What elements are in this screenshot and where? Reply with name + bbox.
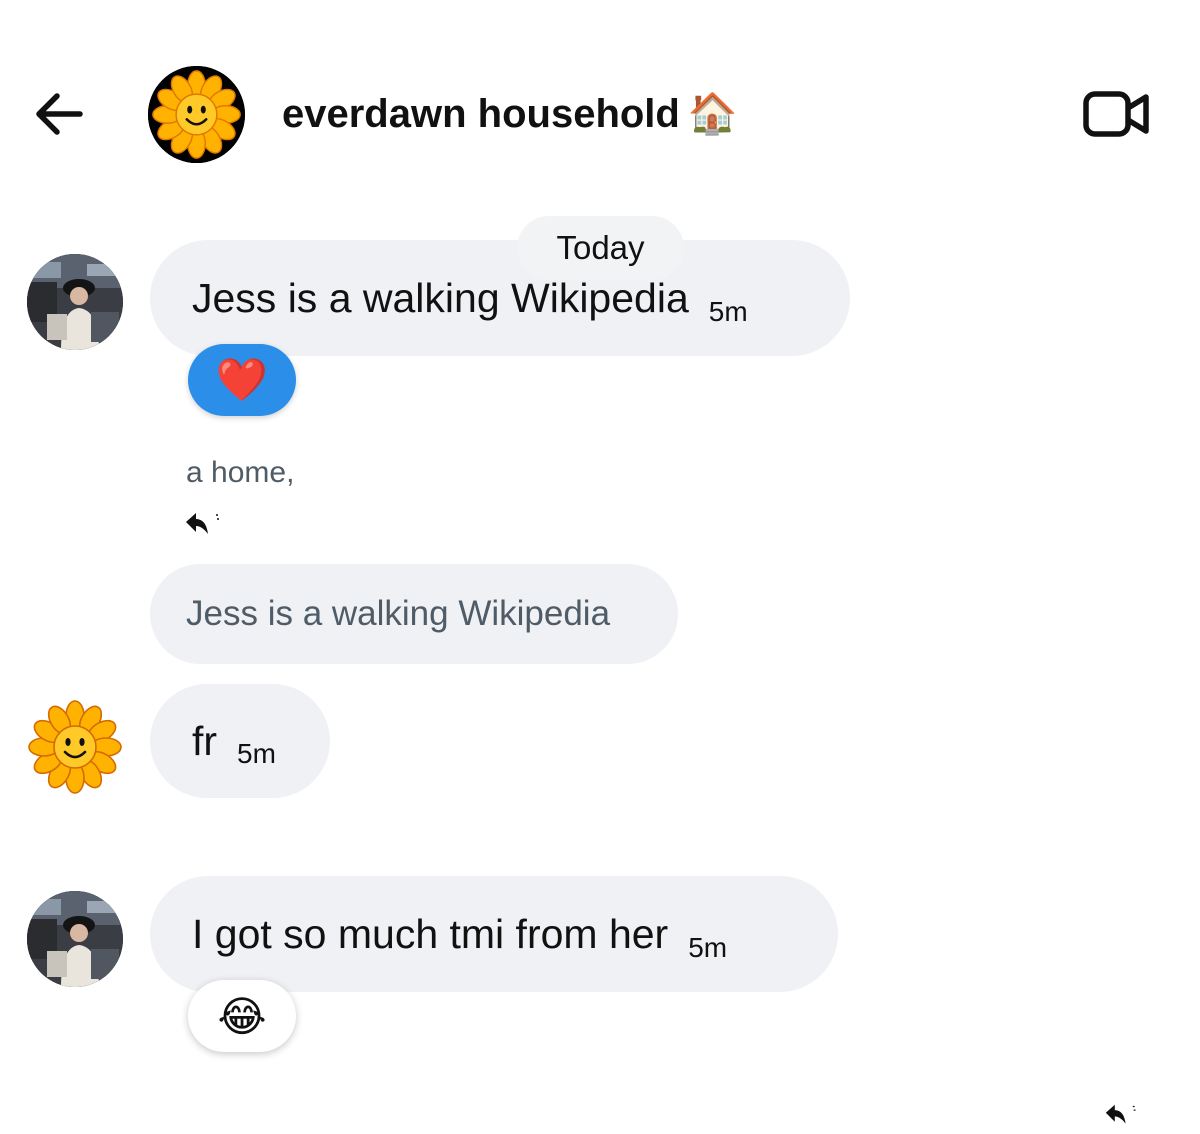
date-divider: Today: [517, 216, 684, 280]
sender-avatar[interactable]: [27, 254, 123, 350]
message-bubble[interactable]: I got so much tmi from her 5m: [150, 876, 838, 992]
video-call-button[interactable]: [1082, 86, 1152, 142]
message-text: I got so much tmi from her: [192, 910, 669, 957]
reply-icon: [184, 510, 224, 540]
laugh-reaction[interactable]: 😂: [188, 980, 296, 1052]
group-avatar[interactable]: [148, 66, 245, 163]
message-text: fr: [192, 717, 218, 764]
quoted-message[interactable]: Jess is a walking Wikipedia: [150, 564, 678, 664]
message-text: Jess is a walking Wikipedia: [192, 274, 689, 321]
heart-reaction[interactable]: ❤️: [188, 344, 296, 416]
message-bubble[interactable]: fr 5m: [150, 684, 330, 798]
video-camera-icon: [1083, 91, 1149, 137]
sender-avatar[interactable]: [27, 891, 123, 987]
smiley-flower-icon: [148, 66, 245, 163]
arrow-left-icon: [36, 93, 83, 135]
conversation-title[interactable]: everdawn household 🏠: [282, 88, 738, 140]
sender-avatar[interactable]: [25, 697, 125, 797]
person-photo: [27, 891, 123, 987]
heart-emoji: ❤️: [215, 355, 269, 403]
house-emoji: 🏠: [687, 92, 738, 136]
message-timestamp: 5m: [688, 932, 728, 963]
laughing-emoji: 😂: [217, 992, 267, 1040]
message-bubble[interactable]: Jess is a walking Wikipedia 5m: [150, 240, 850, 356]
message-timestamp: 5m: [708, 296, 748, 327]
message-timestamp: 5m: [237, 738, 276, 769]
reply-icon[interactable]: [1102, 1102, 1142, 1132]
quoted-message-text: Jess is a walking Wikipedia: [186, 594, 611, 633]
reply-context-label: a home,: [186, 456, 295, 489]
smiley-flower-icon: [28, 700, 122, 794]
title-text: everdawn household: [282, 92, 680, 136]
person-photo: [27, 254, 123, 350]
back-button[interactable]: [30, 88, 88, 140]
